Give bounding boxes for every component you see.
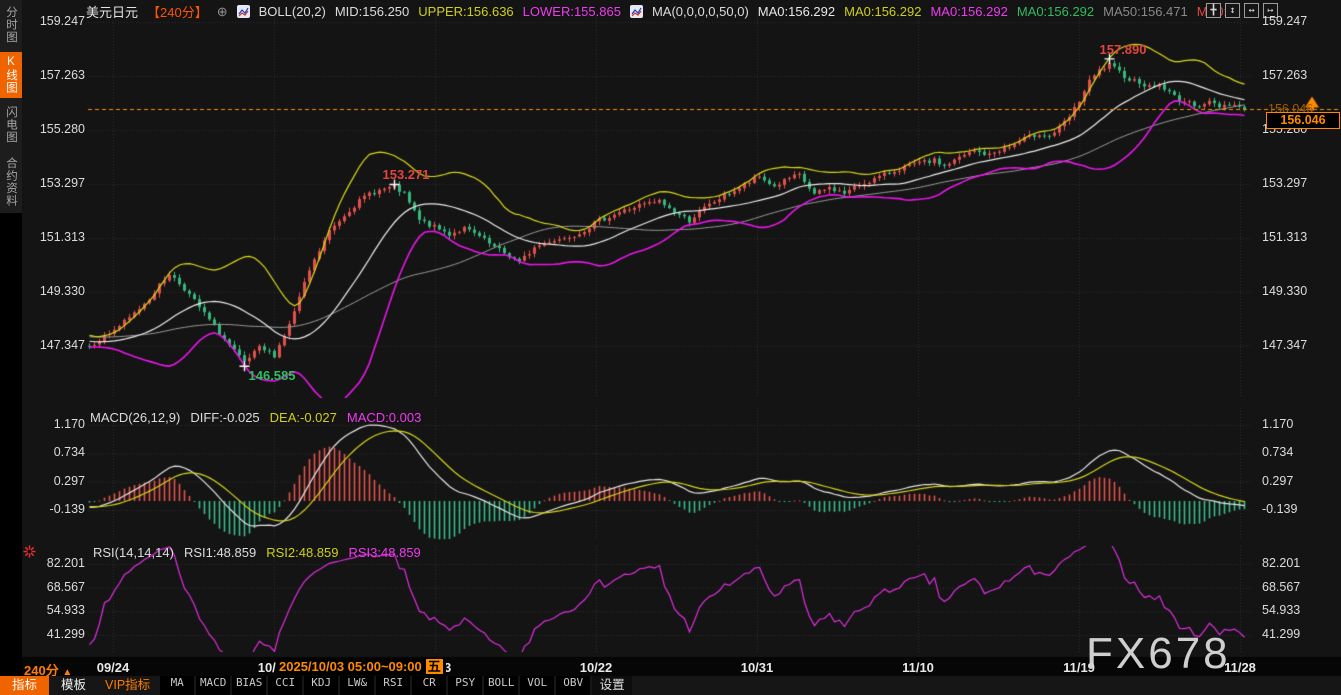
symbol-name: 美元日元	[86, 2, 138, 21]
macd-axis-left-1: 0.734	[27, 445, 85, 459]
ma-value-3: MA0:156.292	[930, 4, 1007, 19]
macd-axis-right-0: 1.170	[1262, 417, 1293, 431]
price-axis-left-5: 149.330	[27, 284, 85, 298]
mini-chart-icon	[237, 5, 250, 18]
indicator-button-cci[interactable]: CCI	[268, 676, 302, 695]
macd-value-2: MACD:0.003	[347, 410, 421, 425]
rsi-axis-left-2: 54.933	[27, 603, 85, 617]
trading-terminal-window: 分时图 K线图闪电图合约资料 美元日元【240分】 ⊕ BOLL(20,2) MID:1…	[0, 0, 1341, 695]
indicator-button-obv[interactable]: OBV	[556, 676, 590, 695]
price-axis-right-4: 151.313	[1262, 230, 1307, 244]
price-axis-right-6: 147.347	[1262, 338, 1307, 352]
price-axis-left-0: 159.247	[27, 14, 85, 28]
ma-value-5: MA50:156.471	[1103, 4, 1188, 19]
add-indicator-icon[interactable]: ⊕	[217, 4, 228, 20]
macd-axis-left-3: -0.139	[27, 502, 85, 516]
indicator-button-boll[interactable]: BOLL	[484, 676, 518, 695]
price-axis-right-0: 159.247	[1262, 14, 1307, 28]
indicator-button-macd[interactable]: MACD	[196, 676, 230, 695]
price-axis-right-3: 153.297	[1262, 176, 1307, 190]
indicator-button-lw[interactable]: LW&	[340, 676, 374, 695]
toolbar-tab-0[interactable]: 指标	[0, 676, 49, 695]
alert-starburst-icon[interactable]	[23, 545, 36, 563]
last-price-tag: 156.046	[1266, 112, 1340, 129]
price-axis-left-3: 153.297	[27, 176, 85, 190]
sidebar-tab-lightning[interactable]: 闪电图	[0, 102, 22, 148]
indicator-button-cr[interactable]: CR	[412, 676, 446, 695]
left-sidebar: 分时图 K线图闪电图合约资料	[0, 0, 22, 213]
rsi-axis-right-2: 54.933	[1262, 603, 1300, 617]
toolbar-tab-1[interactable]: 模板	[49, 676, 98, 695]
period-badge: 【240分】	[147, 2, 208, 21]
indicator-header: 美元日元【240分】 ⊕ BOLL(20,2) MID:156.250 UPPER:15…	[86, 3, 1234, 20]
indicator-button-psy[interactable]: PSY	[448, 676, 482, 695]
boll-value-2: UPPER:156.636	[418, 4, 513, 19]
rsi-axis-right-1: 68.567	[1262, 580, 1300, 594]
extreme-price-annotation-2: 146.585	[249, 368, 296, 383]
macd-axis-right-2: 0.297	[1262, 474, 1293, 488]
rsi-value-0: RSI1:48.859	[184, 545, 256, 560]
mini-chart-icon	[630, 5, 643, 18]
date-tick-4: 10/31	[741, 660, 774, 675]
rsi-panel-header: RSI(14,14,14) RSI1:48.859 RSI2:48.859 RSI3…	[93, 545, 421, 560]
macd-axis-left-0: 1.170	[27, 417, 85, 431]
macd-axis-right-1: 0.734	[1262, 445, 1293, 459]
indicator-button-rsi[interactable]: RSI	[376, 676, 410, 695]
indicator-button-bias[interactable]: BIAS	[232, 676, 266, 695]
candle-datetime-tooltip: 2025/10/03 05:00~09:00 五	[276, 658, 446, 675]
macd-axis-right-3: -0.139	[1262, 502, 1297, 516]
scale-horizontal-icon[interactable]: ↔	[1244, 3, 1259, 18]
bottom-toolbar: 指标模板VIP指标MAMACDBIASCCIKDJLW&RSICRPSYBOLL…	[0, 676, 1341, 695]
macd-title: MACD(26,12,9)	[90, 410, 180, 425]
boll-value-0: BOLL(20,2)	[259, 4, 326, 19]
price-axis-left-2: 155.280	[27, 122, 85, 136]
toolbar-tab-2[interactable]: VIP指标	[98, 676, 157, 695]
kline-chart-canvas[interactable]	[0, 0, 1341, 695]
extreme-price-annotation-0: 157.890	[1100, 42, 1147, 57]
date-tick-5: 11/10	[902, 660, 934, 675]
price-axis-left-6: 147.347	[27, 338, 85, 352]
rsi-value-1: RSI2:48.859	[266, 545, 338, 560]
price-axis-right-5: 149.330	[1262, 284, 1307, 298]
extreme-price-annotation-1: 153.271	[383, 167, 430, 182]
scale-vertical-icon[interactable]: ↕	[1225, 3, 1240, 18]
brand-watermark: FX678	[1086, 629, 1231, 679]
boll-value-3: LOWER:155.865	[523, 4, 621, 19]
ma-value-2: MA0:156.292	[844, 4, 921, 19]
ma-value-0: MA(0,0,0,0,50,0)	[652, 4, 749, 19]
price-axis-right-1: 157.263	[1262, 68, 1307, 82]
price-axis-left-4: 151.313	[27, 230, 85, 244]
rsi-axis-right-0: 82.201	[1262, 556, 1300, 570]
date-tick-0: 09/24	[97, 660, 130, 675]
move-icon[interactable]: ╋	[1206, 3, 1221, 18]
rsi-axis-right-3: 41.299	[1262, 627, 1300, 641]
indicator-button-ma[interactable]: MA	[160, 676, 194, 695]
rsi-axis-left-1: 68.567	[27, 580, 85, 594]
rsi-axis-left-3: 41.299	[27, 627, 85, 641]
ma-value-1: MA0:156.292	[758, 4, 835, 19]
macd-value-0: DIFF:-0.025	[190, 410, 259, 425]
indicator-button-vol[interactable]: VOL	[520, 676, 554, 695]
indicator-button-kdj[interactable]: KDJ	[304, 676, 338, 695]
rsi-title: RSI(14,14,14)	[93, 545, 174, 560]
sidebar-tab-kline[interactable]: K线图	[0, 52, 22, 98]
settings-button[interactable]: 设置	[592, 676, 632, 695]
macd-panel-header: MACD(26,12,9) DIFF:-0.025 DEA:-0.027 MACD:…	[90, 410, 421, 425]
macd-axis-left-2: 0.297	[27, 474, 85, 488]
tooltip-weekday: 五	[426, 659, 443, 674]
tooltip-datetime: 2025/10/03 05:00~09:00	[279, 659, 422, 674]
rsi-value-2: RSI3:48.859	[349, 545, 421, 560]
date-tick-3: 10/22	[580, 660, 613, 675]
sidebar-tab-contract-info[interactable]: 合约资料	[0, 152, 22, 212]
boll-value-1: MID:156.250	[335, 4, 409, 19]
ma-value-4: MA0:156.292	[1017, 4, 1094, 19]
price-axis-left-1: 157.263	[27, 68, 85, 82]
sidebar-tab-time-share[interactable]: 分时图	[0, 2, 22, 48]
macd-value-1: DEA:-0.027	[270, 410, 337, 425]
